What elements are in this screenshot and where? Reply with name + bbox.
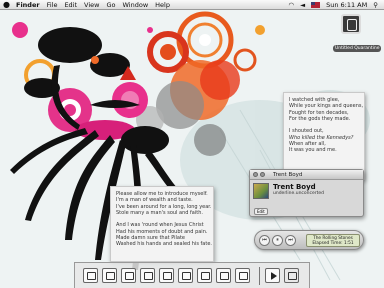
- iphoto-dock-icon[interactable]: [216, 268, 231, 283]
- track-info-body: Trent Boyd underline.unconcerted: [250, 180, 363, 202]
- window-title: Trent Boyd: [273, 171, 303, 178]
- menu-file[interactable]: File: [47, 0, 58, 10]
- drive-icon-item[interactable]: Untitled Quarantine: [333, 14, 382, 53]
- hard-drive-icon[interactable]: [341, 14, 361, 34]
- minimize-icon[interactable]: [260, 172, 265, 177]
- drive-label: Untitled Quarantine: [333, 45, 382, 52]
- spotlight-icon[interactable]: ⚲: [373, 1, 378, 9]
- trash-icon[interactable]: [284, 268, 299, 283]
- window-titlebar[interactable]: Trent Boyd: [250, 170, 363, 180]
- ical-dock-icon[interactable]: [178, 268, 193, 283]
- artist-name: Trent Boyd: [273, 183, 316, 191]
- ichat-dock-icon[interactable]: [140, 268, 155, 283]
- next-track-button[interactable]: ⏭: [285, 234, 296, 246]
- music-player-controller: ⏮ ⏸ ⏭ The Rolling Stones Elapsed Time: 1…: [254, 230, 364, 250]
- finder-dock-icon[interactable]: [83, 268, 98, 283]
- flag-icon[interactable]: [311, 1, 321, 8]
- sticky-line: For the gods they made.: [289, 115, 351, 122]
- menu-clock[interactable]: Sun 6:11 AM: [326, 1, 367, 9]
- elapsed-time: Elapsed Time: 1:51: [312, 241, 354, 246]
- sticky-line: Fought for ten decades,: [289, 109, 349, 116]
- previous-track-button[interactable]: ⏮: [259, 234, 270, 246]
- volume-icon[interactable]: ◄: [300, 1, 305, 9]
- track-info: Trent Boyd underline.unconcerted: [273, 183, 324, 199]
- sticky-line: Stole many a man's soul and faith.: [116, 209, 203, 216]
- menu-go[interactable]: Go: [106, 0, 115, 10]
- sticky-line: And I was 'round when Jesus Christ: [116, 222, 204, 229]
- menu-window[interactable]: Window: [123, 0, 149, 10]
- sticky-note-lyrics-left[interactable]: Please allow me to introduce myself. I'm…: [110, 186, 214, 262]
- close-icon[interactable]: [253, 172, 258, 177]
- wifi-icon[interactable]: ◠: [288, 1, 294, 9]
- sticky-line: While your kings and queens,: [289, 103, 364, 110]
- now-playing-display: The Rolling Stones Elapsed Time: 1:51: [306, 233, 360, 247]
- safari-dock-icon[interactable]: [121, 268, 136, 283]
- dock: [74, 262, 310, 288]
- dock-separator: [259, 266, 260, 285]
- itunes-dock-icon[interactable]: [197, 268, 212, 283]
- sticky-line: It was you and me.: [289, 147, 337, 154]
- play-icon[interactable]: [265, 268, 280, 283]
- menu-view[interactable]: View: [84, 0, 99, 10]
- menu-bar: ● Finder File Edit View Go Window Help ◠…: [0, 0, 384, 10]
- track-info-window: Trent Boyd Trent Boyd underline.unconcer…: [249, 169, 364, 217]
- track-subtitle: underline.unconcerted: [273, 191, 324, 196]
- menu-finder[interactable]: Finder: [16, 0, 40, 10]
- sticky-note-lyrics-right[interactable]: I watched with glee, While your kings an…: [283, 92, 365, 180]
- edit-button[interactable]: Edit: [254, 208, 268, 215]
- mail-dock-icon[interactable]: [102, 268, 117, 283]
- pause-button[interactable]: ⏸: [272, 234, 283, 246]
- menu-edit[interactable]: Edit: [64, 0, 77, 10]
- apple-menu-icon[interactable]: ●: [3, 0, 12, 10]
- menu-extras: ◠ ◄ Sun 6:11 AM ⚲: [288, 1, 384, 9]
- address-book-dock-icon[interactable]: [159, 268, 174, 283]
- sticky-line: I've been around for a long, long year.: [116, 203, 212, 210]
- album-art: [253, 183, 269, 199]
- preferences-dock-icon[interactable]: [235, 268, 250, 283]
- sticky-line: Washed his hands and sealed his fate.: [116, 241, 212, 248]
- menu-help[interactable]: Help: [155, 0, 170, 10]
